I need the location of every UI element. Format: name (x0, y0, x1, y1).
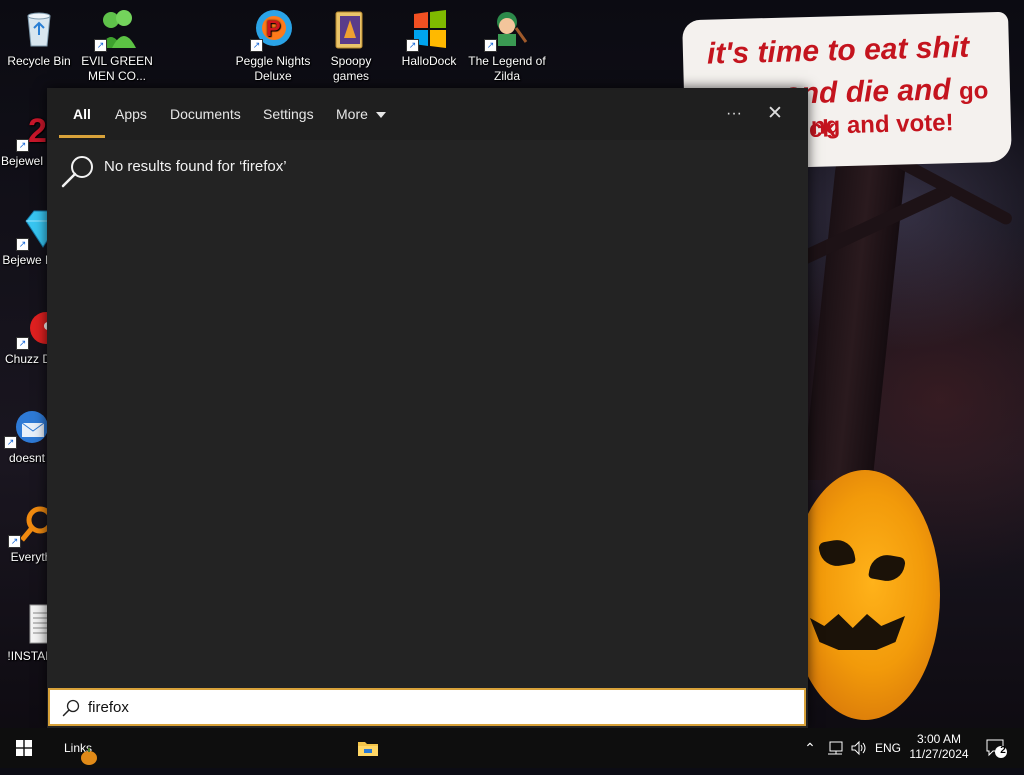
shortcut-arrow-icon: ↗ (484, 39, 497, 52)
desktop-icon-recycle-bin[interactable]: Recycle Bin (0, 8, 78, 69)
tab-more-label: More (336, 106, 368, 122)
svg-text:P: P (266, 16, 281, 41)
desktop-icon-evil-green-men[interactable]: ↗ EVIL GREEN MEN CO... (78, 8, 156, 84)
search-box[interactable] (48, 688, 806, 726)
windows-start-icon (16, 740, 32, 756)
desktop-icon-label: Spoopy games (330, 54, 372, 83)
desktop-icon-label: HalloDock (401, 54, 457, 68)
taskbar: Links ⌃ ENG 3:00 AM 11/27/2024 2 (0, 728, 1024, 768)
action-center-button[interactable]: 2 (978, 728, 1014, 768)
shortcut-arrow-icon: ↗ (16, 238, 29, 251)
search-icon (62, 699, 80, 717)
zilda-icon: ↗ (484, 8, 528, 52)
volume-button[interactable] (848, 728, 870, 768)
network-button[interactable] (824, 728, 846, 768)
pumpkin-eye (868, 552, 906, 584)
desktop-icon-label: The Legend of Zilda (468, 54, 546, 83)
sign-line-2a: and die and (783, 73, 952, 111)
show-hidden-icons-button[interactable]: ⌃ (800, 728, 820, 768)
svg-text:2: 2 (28, 112, 47, 150)
search-icon (61, 156, 93, 188)
language-indicator[interactable]: ENG (872, 728, 904, 768)
shortcut-arrow-icon: ↗ (94, 39, 107, 52)
file-explorer-icon (358, 742, 378, 756)
desktop-icon-hallodock[interactable]: ↗ HalloDock (390, 8, 468, 69)
shortcut-arrow-icon: ↗ (16, 139, 29, 152)
wallpaper-pumpkin (790, 470, 940, 720)
search-header: All Apps Documents Settings More ··· ✕ (47, 88, 808, 140)
shortcut-arrow-icon: ↗ (250, 39, 263, 52)
recycle-bin-icon (18, 8, 60, 50)
folder-icon (330, 8, 372, 50)
thunderbird-icon: ↗ (4, 405, 48, 449)
close-button[interactable]: ✕ (757, 88, 793, 140)
tab-documents[interactable]: Documents (170, 88, 241, 140)
chevron-up-icon: ⌃ (804, 740, 816, 756)
tab-settings[interactable]: Settings (263, 88, 314, 140)
tab-more[interactable]: More (336, 88, 386, 140)
desktop-icon-label: Peggle Nights Deluxe (235, 54, 311, 83)
no-results-text: No results found for ‘firefox’ (104, 158, 287, 175)
everything-search-icon: ↗ (8, 504, 54, 548)
desktop-icon-label: EVIL GREEN MEN CO... (81, 54, 153, 83)
pumpkin-mouth (810, 614, 905, 650)
peggle-icon: P ↗ (250, 8, 294, 52)
file-explorer-button[interactable] (348, 728, 388, 768)
clock-time: 3:00 AM (916, 732, 962, 746)
links-toolbar[interactable]: Links (48, 728, 108, 768)
sign-line-3: ng and vote! (810, 109, 954, 140)
windows-logo-icon: ↗ (406, 8, 450, 52)
search-input[interactable] (88, 696, 768, 718)
sign-line-1: it's time to eat shit (706, 30, 970, 71)
options-button[interactable]: ··· (716, 88, 752, 140)
chevron-down-icon (375, 112, 386, 119)
shortcut-arrow-icon: ↗ (16, 337, 29, 350)
green-men-icon: ↗ (94, 8, 138, 52)
pumpkin-tray-icon[interactable] (80, 744, 98, 766)
speaker-icon (851, 740, 866, 756)
notification-count-badge: 2 (1000, 745, 1006, 756)
shortcut-arrow-icon: ↗ (406, 39, 419, 52)
clock-date: 11/27/2024 (909, 747, 969, 761)
desktop-icon-spoopy-games[interactable]: Spoopy games (312, 8, 390, 84)
tab-all[interactable]: All (59, 88, 105, 140)
tab-apps[interactable]: Apps (115, 88, 147, 140)
clock[interactable]: 3:00 AM 11/27/2024 (904, 732, 974, 762)
desktop-icon-label: Recycle Bin (7, 54, 71, 68)
pumpkin-eye (818, 537, 856, 569)
shortcut-arrow-icon: ↗ (8, 535, 21, 548)
wallpaper-tree (802, 150, 908, 480)
shortcut-arrow-icon: ↗ (4, 436, 17, 449)
network-icon (828, 741, 843, 755)
desktop-icon-peggle[interactable]: P ↗ Peggle Nights Deluxe (234, 8, 312, 84)
search-panel: All Apps Documents Settings More ··· ✕ N… (47, 88, 808, 728)
start-button[interactable] (0, 728, 48, 768)
desktop-icon-legend-of-zilda[interactable]: ↗ The Legend of Zilda (468, 8, 546, 84)
